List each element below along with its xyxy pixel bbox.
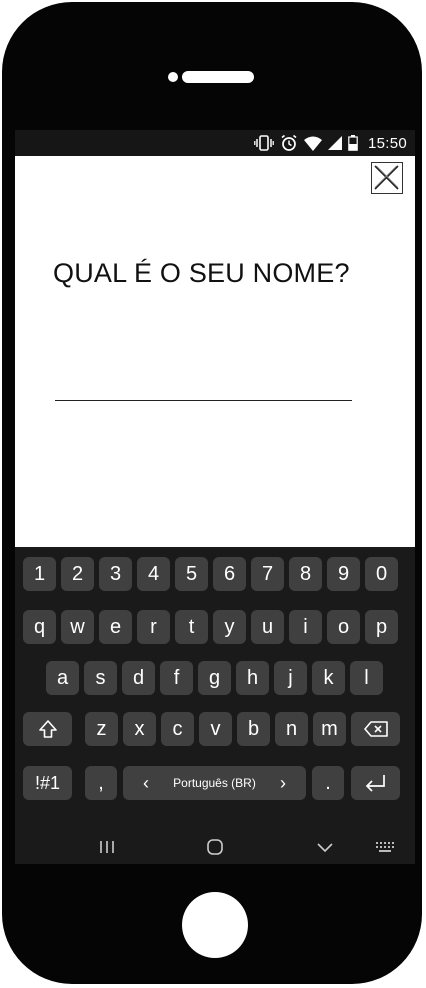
key-7[interactable]: 7: [251, 557, 284, 591]
language-next-icon: ›: [279, 772, 286, 793]
key-6[interactable]: 6: [213, 557, 246, 591]
symbols-key[interactable]: !#1: [23, 766, 72, 800]
key-p[interactable]: p: [365, 610, 398, 644]
key-f[interactable]: f: [160, 661, 193, 695]
camera-dot: [168, 72, 178, 82]
name-prompt-panel: QUAL É O SEU NOME?: [15, 156, 415, 547]
close-icon: [374, 165, 399, 190]
backspace-key[interactable]: [351, 712, 400, 746]
shift-icon: [38, 720, 57, 738]
on-screen-keyboard: !#1 , ‹ Português (BR) › . 1 2 3 4 5 6 7…: [15, 547, 415, 864]
key-h[interactable]: h: [236, 661, 269, 695]
earpiece-speaker: [182, 71, 254, 83]
phone-screen: 15:50 QUAL É O SEU NOME? !#1 , ‹ Portugu…: [15, 130, 415, 864]
key-t[interactable]: t: [175, 610, 208, 644]
vibrate-icon: [254, 135, 274, 151]
page-title: QUAL É O SEU NOME?: [53, 258, 350, 288]
key-1[interactable]: 1: [23, 557, 56, 591]
navigation-bar: [15, 830, 415, 864]
home-icon: [207, 839, 223, 855]
recents-button[interactable]: [95, 836, 119, 858]
key-9[interactable]: 9: [327, 557, 360, 591]
key-u[interactable]: u: [251, 610, 284, 644]
back-button[interactable]: [313, 836, 337, 858]
key-j[interactable]: j: [274, 661, 307, 695]
status-bar: 15:50: [15, 130, 415, 156]
home-button[interactable]: [182, 892, 248, 958]
key-k[interactable]: k: [312, 661, 345, 695]
key-2[interactable]: 2: [61, 557, 94, 591]
name-input[interactable]: [55, 369, 352, 401]
keyboard-icon: [376, 842, 394, 852]
comma-key[interactable]: ,: [85, 766, 117, 800]
key-n[interactable]: n: [275, 712, 308, 746]
shift-key[interactable]: [23, 712, 72, 746]
key-g[interactable]: g: [198, 661, 231, 695]
key-x[interactable]: x: [123, 712, 156, 746]
key-c[interactable]: c: [161, 712, 194, 746]
phone-frame: 15:50 QUAL É O SEU NOME? !#1 , ‹ Portugu…: [2, 2, 422, 984]
back-icon: [317, 843, 333, 853]
key-w[interactable]: w: [61, 610, 94, 644]
status-time: 15:50: [367, 134, 407, 152]
key-e[interactable]: e: [99, 610, 132, 644]
key-8[interactable]: 8: [289, 557, 322, 591]
key-z[interactable]: z: [85, 712, 118, 746]
key-a[interactable]: a: [46, 661, 79, 695]
key-s[interactable]: s: [84, 661, 117, 695]
key-b[interactable]: b: [237, 712, 270, 746]
key-l[interactable]: l: [350, 661, 383, 695]
key-o[interactable]: o: [327, 610, 360, 644]
key-y[interactable]: y: [213, 610, 246, 644]
home-nav-button[interactable]: [203, 836, 227, 858]
space-key[interactable]: ‹ Português (BR) ›: [123, 766, 306, 800]
key-r[interactable]: r: [137, 610, 170, 644]
enter-icon: [365, 775, 385, 792]
key-v[interactable]: v: [199, 712, 232, 746]
signal-icon: [327, 136, 342, 150]
wifi-icon: [303, 136, 322, 151]
key-5[interactable]: 5: [175, 557, 208, 591]
key-m[interactable]: m: [313, 712, 346, 746]
language-prev-icon: ‹: [143, 772, 149, 793]
battery-icon: [348, 135, 358, 151]
alarm-icon: [280, 134, 298, 152]
period-key[interactable]: .: [312, 766, 344, 800]
recents-icon: [100, 841, 114, 853]
backspace-icon: [363, 721, 388, 737]
enter-key[interactable]: [351, 766, 400, 800]
key-q[interactable]: q: [23, 610, 56, 644]
key-i[interactable]: i: [289, 610, 322, 644]
key-0[interactable]: 0: [365, 557, 398, 591]
language-label: Português (BR): [173, 776, 256, 790]
key-4[interactable]: 4: [137, 557, 170, 591]
close-button[interactable]: [371, 162, 403, 194]
key-d[interactable]: d: [122, 661, 155, 695]
keyboard-toggle-button[interactable]: [373, 836, 397, 858]
key-3[interactable]: 3: [99, 557, 132, 591]
